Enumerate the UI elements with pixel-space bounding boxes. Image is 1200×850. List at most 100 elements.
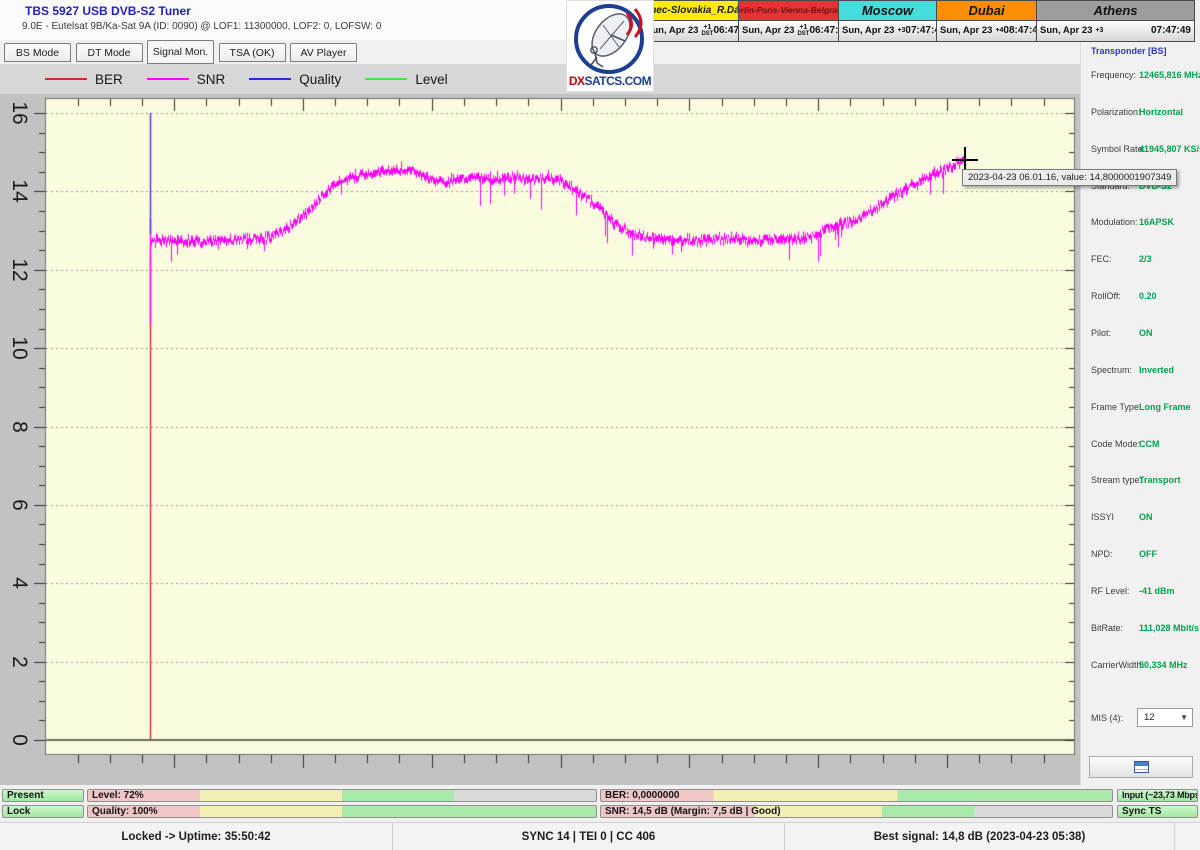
legend-line-icon (365, 78, 407, 80)
transponder-row-label: Polarization: (1091, 107, 1141, 117)
mis-label: MIS (4): (1091, 713, 1123, 723)
transponder-row-label: NPD: (1091, 549, 1113, 559)
transponder-row: RF Level: -41 dBm (1081, 586, 1200, 598)
transponder-row: Symbol Rate:41945,807 KS/s (1081, 144, 1200, 156)
transponder-row: Frame Type:Long Frame (1081, 402, 1200, 414)
transponder-row-value: -41 dBm (1139, 586, 1175, 596)
transponder-row: NPD: OFF (1081, 549, 1200, 561)
signal-monitor-chart: BERSNRQualityLevel 1614121086420 2023-04… (0, 64, 1080, 785)
tab-signal-mon-[interactable]: Signal Mon. (147, 40, 214, 64)
clock-city-label: Athens (1037, 1, 1194, 21)
legend-label: BER (95, 72, 123, 87)
transponder-row: Stream type:Transport (1081, 475, 1200, 487)
transponder-header: Transponder [BS] (1091, 46, 1167, 56)
transponder-row-label: FEC: (1091, 254, 1112, 264)
transponder-row-label: Frame Type: (1091, 402, 1141, 412)
transponder-row-label: Frequency: (1091, 70, 1136, 80)
sync-tei-cc-status: SYNC 14 | TEI 0 | CC 406 (393, 823, 785, 850)
window-panel-icon (1134, 761, 1149, 773)
tab-tsa-ok-[interactable]: TSA (OK) (219, 43, 286, 62)
legend-line-icon (45, 78, 87, 80)
clock-datetime: Sun, Apr 23+408:47:49 (937, 21, 1036, 41)
transponder-row-value: 111,028 Mbit/s (1139, 623, 1199, 633)
transponder-row-value: Transport (1139, 475, 1181, 485)
transponder-row-value: 16APSK (1139, 217, 1174, 227)
transponder-row: Frequency:12465,816 MHz (1081, 70, 1200, 82)
transponder-row-label: Stream type: (1091, 475, 1142, 485)
value-tooltip: 2023-04-23 06.01.16, value: 14,800000190… (962, 169, 1177, 186)
tuner-app-window: TBS 5927 USB DVB-S2 Tuner 9.0E - Eutelsa… (0, 0, 1200, 850)
clock-2: Berlin-Paris-Vienna-BelgradeSun, Apr 23+… (738, 0, 839, 42)
transponder-row-label: BitRate: (1091, 623, 1123, 633)
clock-5: AthensSun, Apr 23+307:47:49 (1036, 0, 1195, 42)
transponder-panel: Transponder [BS] Frequency:12465,816 MHz… (1080, 42, 1200, 786)
transponder-row-label: ISSYI (1091, 512, 1114, 522)
satellite-lnb-info: 9.0E - Eutelsat 9B/Ka-Sat 9A (ID: 0090) … (22, 21, 381, 32)
clock-datetime: Sun, Apr 23+307:47:49 (839, 21, 936, 41)
y-axis-tick-label: 12 (4, 255, 34, 285)
legend-item-quality: Quality (249, 72, 365, 87)
y-axis-tick-label: 10 (4, 333, 34, 363)
clock-3: MoscowSun, Apr 23+307:47:49 (838, 0, 937, 42)
transponder-row-label: Code Mode: (1091, 439, 1140, 449)
titlebar: TBS 5927 USB DVB-S2 Tuner 9.0E - Eutelsa… (0, 0, 648, 40)
ber-progressbar: BER: 0,0000000 (600, 789, 1113, 802)
satellite-dish-icon (567, 1, 653, 75)
panel-toggle-button[interactable] (1089, 756, 1193, 778)
transponder-row-label: RF Level: (1091, 586, 1130, 596)
y-axis-tick-label: 2 (4, 647, 34, 677)
status-bar: Locked -> Uptime: 35:50:42 SYNC 14 | TEI… (0, 822, 1200, 850)
clock-datetime: Sun, Apr 23+1DST06:47:49 (739, 21, 838, 41)
clock-city-label: Berlin-Paris-Vienna-Belgrade (739, 1, 838, 21)
transponder-row: RollOff: 0.20 (1081, 291, 1200, 303)
transponder-row-value: ON (1139, 328, 1153, 338)
tab-dt-mode[interactable]: DT Mode (76, 43, 143, 62)
transponder-row-value: OFF (1139, 549, 1157, 559)
y-axis-tick-label: 16 (4, 98, 34, 128)
level-progressbar: Level: 72% (87, 789, 597, 802)
transponder-row-label: RollOff: (1091, 291, 1121, 301)
chevron-down-icon: ▼ (1180, 713, 1188, 722)
clock-datetime: Sun, Apr 23+1DST06:47:49 (643, 21, 738, 41)
world-clocks: Lučenec-Slovakia_R.DávidSun, Apr 23+1DST… (643, 0, 1195, 42)
clock-city-label: Moscow (839, 1, 936, 21)
y-axis-tick-label: 14 (4, 176, 34, 206)
logo-wordmark: DXSATCS.COM (567, 74, 653, 88)
transponder-row: Pilot: ON (1081, 328, 1200, 340)
quality-progressbar: Quality: 100% (87, 805, 597, 818)
transponder-row: Modulation:16APSK (1081, 217, 1200, 229)
tab-bar: BS Mode DT ModeSignal Mon. TSA (OK)AV Play… (0, 40, 1080, 64)
tab-bs-mode[interactable]: BS Mode (4, 43, 71, 62)
transponder-row-value: 2/3 (1139, 254, 1152, 264)
legend-line-icon (249, 78, 291, 80)
mis-dropdown[interactable]: 12 ▼ (1137, 708, 1193, 727)
transponder-row: Code Mode:CCM (1081, 439, 1200, 451)
legend-item-level: Level (365, 72, 471, 87)
y-axis-tick-label: 4 (4, 568, 34, 598)
y-axis-tick-label: 0 (4, 725, 34, 755)
legend-label: Quality (299, 72, 341, 87)
clock-city-label: Dubai (937, 1, 1036, 21)
y-axis-tick-label: 8 (4, 412, 34, 442)
transponder-row-label: Spectrum: (1091, 365, 1132, 375)
clock-datetime: Sun, Apr 23+307:47:49 (1037, 21, 1194, 41)
transponder-row: BitRate: 111,028 Mbit/s (1081, 623, 1200, 635)
legend-item-snr: SNR (147, 72, 250, 87)
transponder-row-value: 41945,807 KS/s (1139, 144, 1200, 154)
clock-1: Lučenec-Slovakia_R.DávidSun, Apr 23+1DST… (642, 0, 739, 42)
mis-selected-value: 12 (1144, 712, 1155, 723)
transponder-row-label: Pilot: (1091, 328, 1111, 338)
sync-ts-indicator: Sync TS (1117, 805, 1198, 818)
statusbar-grip (1175, 823, 1200, 850)
tab-av-player[interactable]: AV Player (290, 43, 357, 62)
mis-row: MIS (4): 12 ▼ (1081, 708, 1200, 728)
signal-plot-canvas[interactable] (0, 94, 1080, 785)
clock-4: DubaiSun, Apr 23+408:47:49 (936, 0, 1037, 42)
transponder-row-value: 0.20 (1139, 291, 1157, 301)
chart-legend: BER SNR Quality Level (45, 64, 472, 94)
present-indicator: Present (2, 789, 84, 802)
transponder-row-value: CCM (1139, 439, 1160, 449)
uptime-status: Locked -> Uptime: 35:50:42 (0, 823, 393, 850)
transponder-row: ISSYION (1081, 512, 1200, 524)
input-bitrate-indicator: Input (~23,73 Mbps) (1117, 789, 1198, 802)
